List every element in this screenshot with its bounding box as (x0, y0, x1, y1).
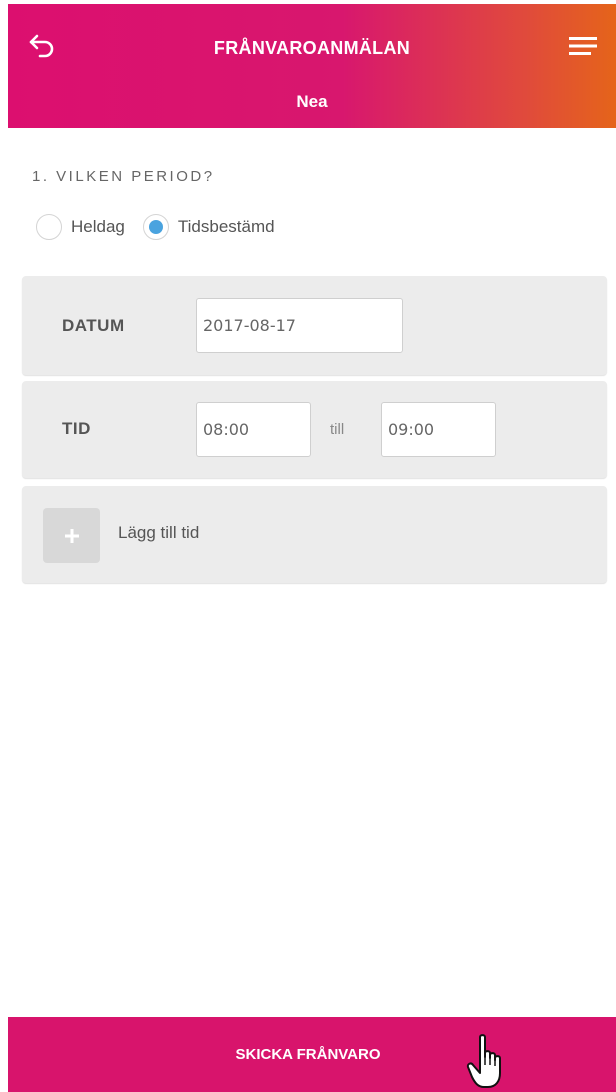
menu-button[interactable] (564, 28, 602, 64)
time-panel: TID till (22, 381, 607, 478)
plus-icon (64, 528, 79, 543)
add-time-button[interactable] (43, 508, 100, 563)
time-to-input[interactable] (381, 402, 496, 457)
radio-label-tidsbestamd: Tidsbestämd (177, 217, 275, 236)
add-time-label[interactable]: Lägg till tid (118, 523, 199, 543)
page-title: FRÅNVAROANMÄLAN (213, 38, 411, 58)
radio-option-heldag[interactable]: Heldag (36, 214, 125, 240)
hamburger-menu-icon (569, 37, 597, 55)
date-label: DATUM (62, 316, 125, 335)
hand-pointer-cursor-icon (466, 1034, 501, 1088)
date-panel: DATUM (22, 276, 607, 375)
period-radio-group: Heldag Tidsbestämd (36, 214, 275, 240)
radio-button-heldag[interactable] (36, 214, 62, 240)
time-separator: till (330, 421, 345, 438)
app-screen: FRÅNVAROANMÄLAN Nea 1. VILKEN PERIOD? He… (0, 0, 616, 1092)
radio-option-tidsbestamd[interactable]: Tidsbestämd (142, 214, 275, 240)
time-label: TID (62, 419, 91, 438)
radio-button-tidsbestamd[interactable] (142, 214, 169, 240)
period-heading: 1. VILKEN PERIOD? (32, 168, 215, 185)
radio-label-heldag: Heldag (71, 217, 125, 236)
app-header: FRÅNVAROANMÄLAN Nea (8, 4, 616, 128)
submit-absence-button[interactable]: SKICKA FRÅNVARO (8, 1017, 616, 1092)
add-time-panel: Lägg till tid (22, 486, 607, 583)
date-input[interactable] (196, 298, 403, 353)
child-name: Nea (296, 92, 328, 111)
time-from-input[interactable] (196, 402, 311, 457)
submit-absence-label: SKICKA FRÅNVARO (235, 1046, 381, 1063)
